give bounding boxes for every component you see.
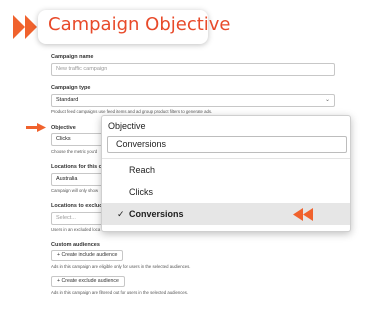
dropdown-current-value[interactable]: Conversions [107,136,347,153]
campaign-type-value: Standard [56,97,79,103]
checkmark-icon: ✓ [117,209,125,219]
create-exclude-audience-button[interactable]: + Create exclude audience [51,276,125,287]
exclude-audience-hint: Ads in this campaign are filtered out fo… [51,290,189,295]
option-label: Conversions [129,209,184,219]
create-include-audience-button[interactable]: + Create include audience [51,250,124,261]
campaign-name-label: Campaign name [51,54,94,60]
title-callout: Campaign Objective [38,10,231,44]
campaign-type-select[interactable]: Standard ⌄ [51,94,335,107]
arrow-right-icon [26,123,46,132]
custom-audiences-label: Custom audiences [51,242,100,248]
dropdown-options: Reach Clicks ✓ Conversions [102,158,350,225]
option-conversions[interactable]: ✓ Conversions [102,203,350,225]
exclude-locations-placeholder: Select... [56,215,76,221]
exclude-locations-hint: Users in an excluded loca [51,227,101,232]
objective-hint: Choose the metric you'd [51,149,98,154]
locations-hint: Campaign will only show [51,188,99,193]
campaign-type-label: Campaign type [51,85,91,91]
campaign-type-hint: Product feed campaigns use feed items an… [51,109,213,114]
objective-dropdown: Objective Conversions Reach Clicks ✓ Con… [101,115,351,232]
page-title: Campaign Objective [48,14,231,35]
dropdown-title: Objective [108,121,146,131]
campaign-name-input[interactable]: New traffic campaign [51,63,335,76]
objective-label: Objective [51,125,76,131]
option-reach[interactable]: Reach [102,159,350,181]
chevron-down-icon: ⌄ [324,97,330,103]
double-chevron-left-icon [293,208,313,221]
option-clicks[interactable]: Clicks [102,181,350,203]
option-label: Clicks [129,187,153,197]
locations-value: Australia [56,176,78,182]
objective-value: Clicks [56,136,71,142]
include-audience-hint: Ads in this campaign are eligible only f… [51,264,191,269]
option-label: Reach [129,165,156,175]
